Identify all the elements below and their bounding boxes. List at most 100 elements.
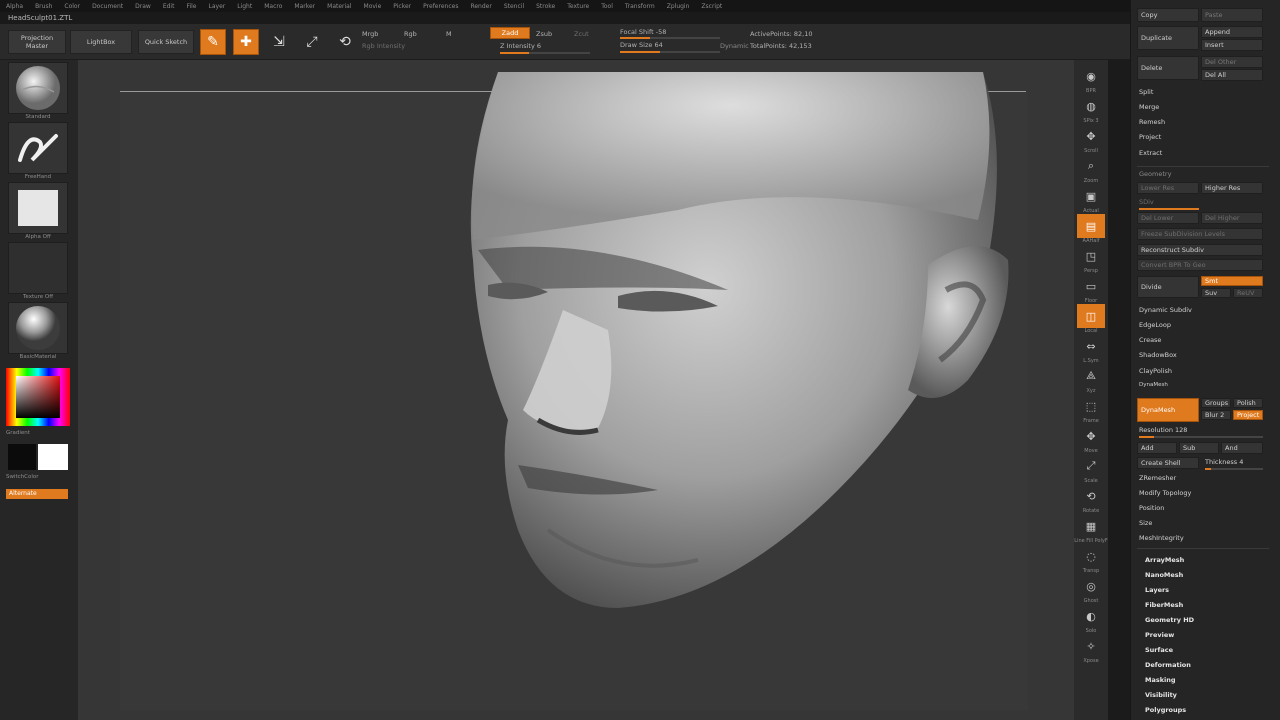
subpalette-layers[interactable]: Layers: [1145, 586, 1169, 594]
menu-item-picker[interactable]: Picker: [393, 3, 411, 10]
thickness-slider[interactable]: Thickness 4: [1205, 458, 1243, 466]
sdiv-track[interactable]: [1139, 208, 1199, 210]
brush-picker[interactable]: [8, 62, 68, 114]
move-icon[interactable]: ✥: [1077, 424, 1105, 448]
subpalette-surface[interactable]: Surface: [1145, 646, 1173, 654]
sdiv-slider[interactable]: SDiv: [1139, 198, 1154, 206]
projection-master-button[interactable]: Projection Master: [8, 30, 66, 54]
persp-icon[interactable]: ◳: [1077, 244, 1105, 268]
append-button[interactable]: Append: [1201, 26, 1263, 38]
paste-button[interactable]: Paste: [1201, 8, 1263, 22]
alpha-picker[interactable]: [8, 182, 68, 234]
xpose-icon[interactable]: ✧: [1077, 634, 1105, 658]
create-shell-button[interactable]: Create Shell: [1137, 457, 1199, 469]
rotate-icon[interactable]: ⟲: [1077, 484, 1105, 508]
menu-item-light[interactable]: Light: [237, 3, 252, 10]
head-sculpt-model[interactable]: [78, 60, 1074, 720]
reuv-toggle[interactable]: ReUV: [1233, 288, 1263, 298]
menu-item-movie[interactable]: Movie: [364, 3, 382, 10]
zadd-toggle[interactable]: Zadd: [490, 27, 530, 39]
z-intensity-track[interactable]: [500, 52, 590, 54]
texture-picker[interactable]: [8, 242, 68, 294]
subpalette-polygroups[interactable]: Polygroups: [1145, 706, 1186, 714]
menu-item-alpha[interactable]: Alpha: [6, 3, 23, 10]
m-toggle[interactable]: M: [446, 30, 452, 38]
split-button[interactable]: Split: [1139, 88, 1153, 96]
move-icon[interactable]: ⇲: [266, 29, 292, 55]
linefill-icon[interactable]: ▦: [1077, 514, 1105, 538]
scale-icon[interactable]: ⤢: [299, 29, 325, 55]
material-picker[interactable]: [8, 302, 68, 354]
menu-item-edit[interactable]: Edit: [163, 3, 175, 10]
smt-toggle[interactable]: Smt: [1201, 276, 1263, 286]
mrgb-toggle[interactable]: Mrgb: [362, 30, 378, 38]
convert-bpr-button[interactable]: Convert BPR To Geo: [1137, 259, 1263, 271]
ghost-icon[interactable]: ◎: [1077, 574, 1105, 598]
del-higher-button[interactable]: Del Higher: [1201, 212, 1263, 224]
menu-item-transform[interactable]: Transform: [625, 3, 655, 10]
menu-item-color[interactable]: Color: [64, 3, 80, 10]
solo-icon[interactable]: ◐: [1077, 604, 1105, 628]
geometry-header[interactable]: Geometry: [1139, 170, 1171, 178]
higher-res-button[interactable]: Higher Res: [1201, 182, 1263, 194]
edgeloop-header[interactable]: EdgeLoop: [1139, 321, 1171, 329]
draw-size-slider[interactable]: Draw Size 64: [620, 41, 663, 49]
local-icon[interactable]: ◫: [1077, 304, 1105, 328]
bpr-icon[interactable]: ◉: [1077, 64, 1105, 88]
draw-icon[interactable]: ✚: [233, 29, 259, 55]
menu-item-draw[interactable]: Draw: [135, 3, 151, 10]
zremesher-header[interactable]: ZRemesher: [1139, 474, 1176, 482]
subpalette-preview[interactable]: Preview: [1145, 631, 1174, 639]
shadowbox-header[interactable]: ShadowBox: [1139, 351, 1177, 359]
menu-item-zplugin[interactable]: Zplugin: [667, 3, 690, 10]
frame-icon[interactable]: ⬚: [1077, 394, 1105, 418]
subpalette-deformation[interactable]: Deformation: [1145, 661, 1191, 669]
menu-item-texture[interactable]: Texture: [567, 3, 589, 10]
lightbox-button[interactable]: LightBox: [70, 30, 132, 54]
saturation-square[interactable]: [16, 376, 60, 418]
dynamesh-header[interactable]: DynaMesh: [1139, 382, 1168, 388]
reconstruct-subdiv-button[interactable]: Reconstruct Subdiv: [1137, 244, 1263, 256]
del-other-button[interactable]: Del Other: [1201, 56, 1263, 68]
extract-button[interactable]: Extract: [1139, 149, 1162, 157]
main-color-swatch[interactable]: [38, 444, 68, 470]
zoom-icon[interactable]: ⌕: [1077, 154, 1105, 178]
insert-button[interactable]: Insert: [1201, 39, 1263, 51]
project-toggle[interactable]: Project: [1233, 410, 1263, 420]
project-button[interactable]: Project: [1139, 133, 1161, 141]
modify-topology-header[interactable]: Modify Topology: [1139, 489, 1191, 497]
menu-item-preferences[interactable]: Preferences: [423, 3, 458, 10]
subpalette-visibility[interactable]: Visibility: [1145, 691, 1177, 699]
copy-button[interactable]: Copy: [1137, 8, 1199, 22]
position-header[interactable]: Position: [1139, 504, 1164, 512]
subpalette-geometry-hd[interactable]: Geometry HD: [1145, 616, 1194, 624]
menu-item-zscript[interactable]: Zscript: [701, 3, 722, 10]
aahalf-icon[interactable]: ▤: [1077, 214, 1105, 238]
menu-item-layer[interactable]: Layer: [209, 3, 226, 10]
menu-item-brush[interactable]: Brush: [35, 3, 52, 10]
draw-size-track[interactable]: [620, 51, 720, 53]
meshintegrity-header[interactable]: MeshIntegrity: [1139, 534, 1184, 542]
edit-icon[interactable]: ✎: [200, 29, 226, 55]
z-intensity-slider[interactable]: Z Intensity 6: [500, 42, 541, 50]
add-button[interactable]: Add: [1137, 442, 1177, 454]
menu-item-material[interactable]: Material: [327, 3, 351, 10]
polish-toggle[interactable]: Polish: [1233, 398, 1263, 408]
document-canvas[interactable]: [78, 60, 1074, 720]
menu-item-marker[interactable]: Marker: [294, 3, 315, 10]
remesh-button[interactable]: Remesh: [1139, 118, 1165, 126]
xyz-icon[interactable]: ⟁: [1077, 364, 1105, 388]
menu-item-macro[interactable]: Macro: [264, 3, 282, 10]
lsym-icon[interactable]: ⇔: [1077, 334, 1105, 358]
lower-res-button[interactable]: Lower Res: [1137, 182, 1199, 194]
delete-button[interactable]: Delete: [1137, 56, 1199, 80]
groups-toggle[interactable]: Groups: [1201, 398, 1231, 408]
subpalette-nanomesh[interactable]: NanoMesh: [1145, 571, 1183, 579]
menu-item-document[interactable]: Document: [92, 3, 123, 10]
blur-slider[interactable]: Blur 2: [1201, 410, 1231, 420]
claypolish-header[interactable]: ClayPolish: [1139, 367, 1172, 375]
rotate-icon[interactable]: ⟲: [332, 29, 358, 55]
actual-icon[interactable]: ▣: [1077, 184, 1105, 208]
menu-item-file[interactable]: File: [186, 3, 196, 10]
size-header[interactable]: Size: [1139, 519, 1152, 527]
